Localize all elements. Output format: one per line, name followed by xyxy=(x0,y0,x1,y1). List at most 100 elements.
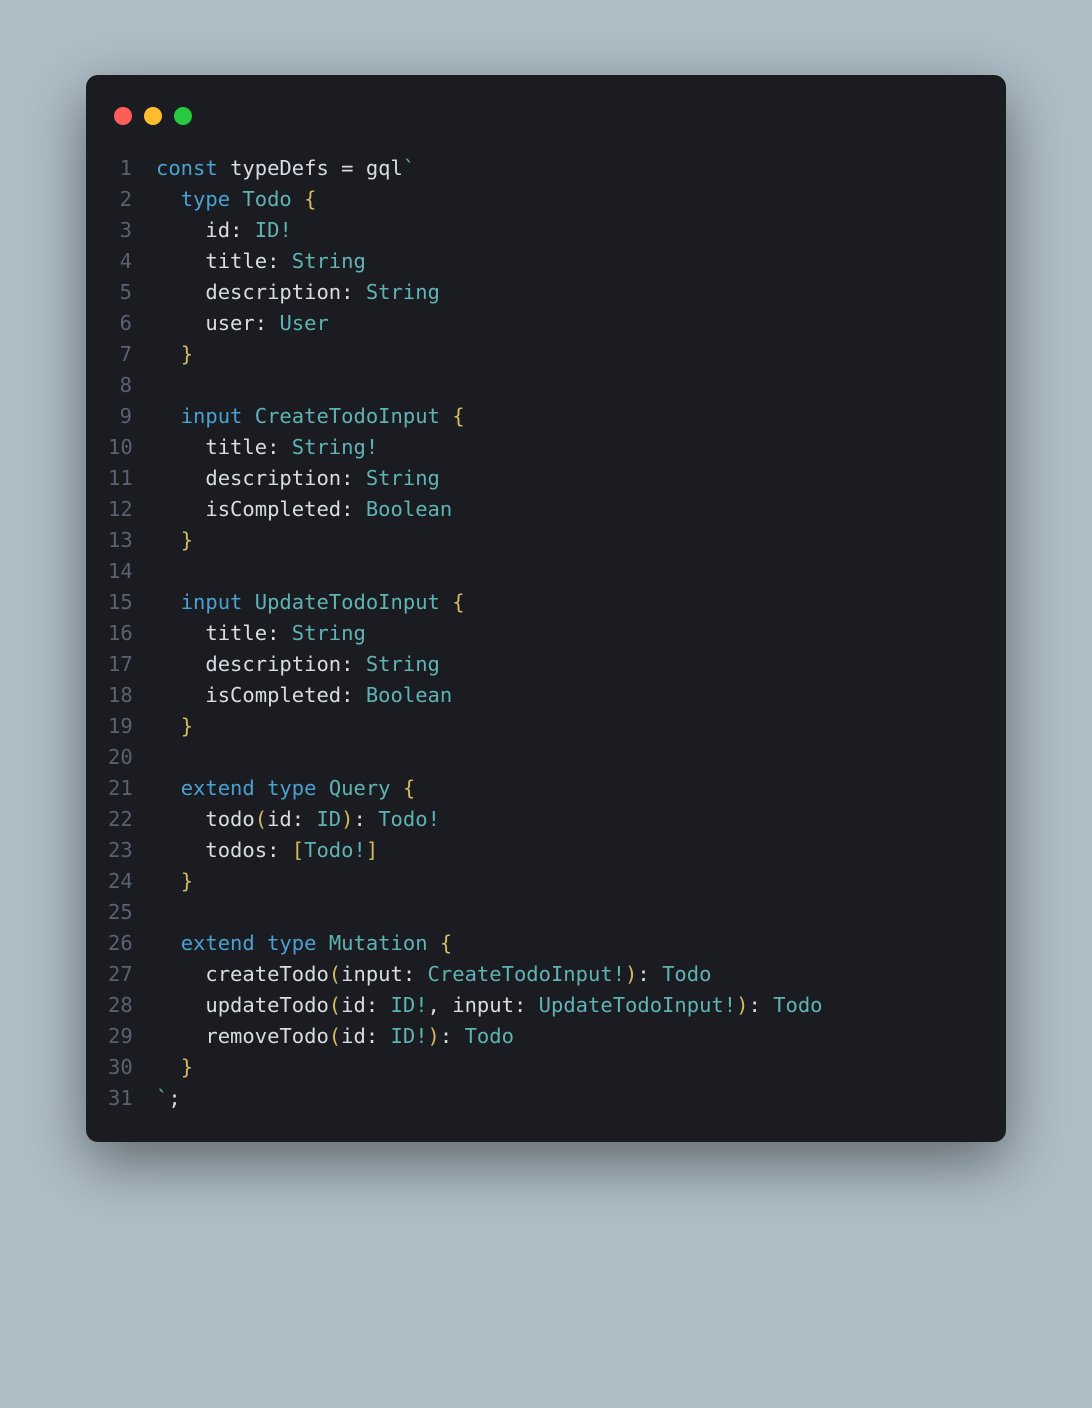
code-token xyxy=(156,404,181,428)
code-token: input xyxy=(341,962,403,986)
code-token: typeDefs xyxy=(230,156,341,180)
line-content: id: ID! xyxy=(156,215,984,246)
code-token: : xyxy=(292,807,317,831)
line-number: 6 xyxy=(108,308,156,339)
code-token: { xyxy=(452,590,464,614)
line-number: 21 xyxy=(108,773,156,804)
code-token: UpdateTodoInput xyxy=(255,590,452,614)
code-token: String xyxy=(366,652,440,676)
code-token: : xyxy=(341,683,366,707)
line-number: 22 xyxy=(108,804,156,835)
line-content: type Todo { xyxy=(156,184,984,215)
window-titlebar xyxy=(108,103,984,153)
code-token: : xyxy=(267,435,292,459)
code-line: 14 xyxy=(108,556,984,587)
code-token: user xyxy=(156,311,255,335)
code-token xyxy=(156,1055,181,1079)
code-token: ! xyxy=(724,993,736,1017)
code-line: 27 createTodo(input: CreateTodoInput!): … xyxy=(108,959,984,990)
code-token: { xyxy=(304,187,316,211)
code-line: 28 updateTodo(id: ID!, input: UpdateTodo… xyxy=(108,990,984,1021)
code-token: : xyxy=(255,311,280,335)
code-line: 9 input CreateTodoInput { xyxy=(108,401,984,432)
line-content xyxy=(156,556,984,587)
code-line: 21 extend type Query { xyxy=(108,773,984,804)
line-content: } xyxy=(156,525,984,556)
code-line: 1const typeDefs = gql` xyxy=(108,153,984,184)
line-number: 9 xyxy=(108,401,156,432)
code-token: ` xyxy=(403,156,415,180)
code-token: String xyxy=(366,466,440,490)
code-line: 15 input UpdateTodoInput { xyxy=(108,587,984,618)
traffic-light-minimize-icon[interactable] xyxy=(144,107,162,125)
line-number: 26 xyxy=(108,928,156,959)
line-number: 18 xyxy=(108,680,156,711)
code-token: [ xyxy=(292,838,304,862)
code-token: const xyxy=(156,156,230,180)
line-content: const typeDefs = gql` xyxy=(156,153,984,184)
code-token: isCompleted xyxy=(156,497,341,521)
line-number: 8 xyxy=(108,370,156,401)
line-number: 4 xyxy=(108,246,156,277)
code-token xyxy=(156,342,181,366)
code-token: ` xyxy=(156,1086,168,1110)
code-token: ) xyxy=(736,993,748,1017)
code-token xyxy=(156,931,181,955)
line-number: 25 xyxy=(108,897,156,928)
code-token: Mutation xyxy=(329,931,440,955)
traffic-light-close-icon[interactable] xyxy=(114,107,132,125)
line-content: isCompleted: Boolean xyxy=(156,680,984,711)
code-token: isCompleted xyxy=(156,683,341,707)
code-token: : xyxy=(267,621,292,645)
line-content: description: String xyxy=(156,277,984,308)
line-number: 10 xyxy=(108,432,156,463)
code-token: description xyxy=(156,280,341,304)
code-token xyxy=(156,869,181,893)
line-content: updateTodo(id: ID!, input: UpdateTodoInp… xyxy=(156,990,984,1021)
code-line: 20 xyxy=(108,742,984,773)
code-token: : xyxy=(230,218,255,242)
code-token: description xyxy=(156,466,341,490)
line-number: 3 xyxy=(108,215,156,246)
code-token: ID xyxy=(391,1024,416,1048)
line-content: isCompleted: Boolean xyxy=(156,494,984,525)
line-number: 20 xyxy=(108,742,156,773)
code-token: ; xyxy=(168,1086,180,1110)
line-number: 11 xyxy=(108,463,156,494)
code-line: 24 } xyxy=(108,866,984,897)
code-line: 16 title: String xyxy=(108,618,984,649)
code-token: : xyxy=(267,838,292,862)
code-token: ) xyxy=(625,962,637,986)
code-line: 3 id: ID! xyxy=(108,215,984,246)
traffic-light-zoom-icon[interactable] xyxy=(174,107,192,125)
code-token: input xyxy=(181,590,255,614)
line-content: } xyxy=(156,1052,984,1083)
code-token: id xyxy=(341,993,366,1017)
code-token: Boolean xyxy=(366,683,452,707)
code-line: 19 } xyxy=(108,711,984,742)
code-token: description xyxy=(156,652,341,676)
code-token: removeTodo xyxy=(156,1024,329,1048)
code-token: id xyxy=(156,218,230,242)
line-content: input CreateTodoInput { xyxy=(156,401,984,432)
line-number: 13 xyxy=(108,525,156,556)
line-content: } xyxy=(156,339,984,370)
code-token: } xyxy=(181,342,193,366)
code-token: ( xyxy=(329,1024,341,1048)
code-token: Todo xyxy=(773,993,822,1017)
code-token: extend xyxy=(181,931,267,955)
line-content xyxy=(156,897,984,928)
line-content: extend type Query { xyxy=(156,773,984,804)
line-content: input UpdateTodoInput { xyxy=(156,587,984,618)
code-token: ID xyxy=(316,807,341,831)
code-token: : xyxy=(440,1024,465,1048)
code-line: 4 title: String xyxy=(108,246,984,277)
code-token: Todo xyxy=(465,1024,514,1048)
code-token: : xyxy=(341,466,366,490)
code-token: : xyxy=(341,652,366,676)
code-token: String xyxy=(292,435,366,459)
code-token: : xyxy=(341,497,366,521)
code-token: Boolean xyxy=(366,497,452,521)
line-number: 31 xyxy=(108,1083,156,1114)
code-line: 22 todo(id: ID): Todo! xyxy=(108,804,984,835)
